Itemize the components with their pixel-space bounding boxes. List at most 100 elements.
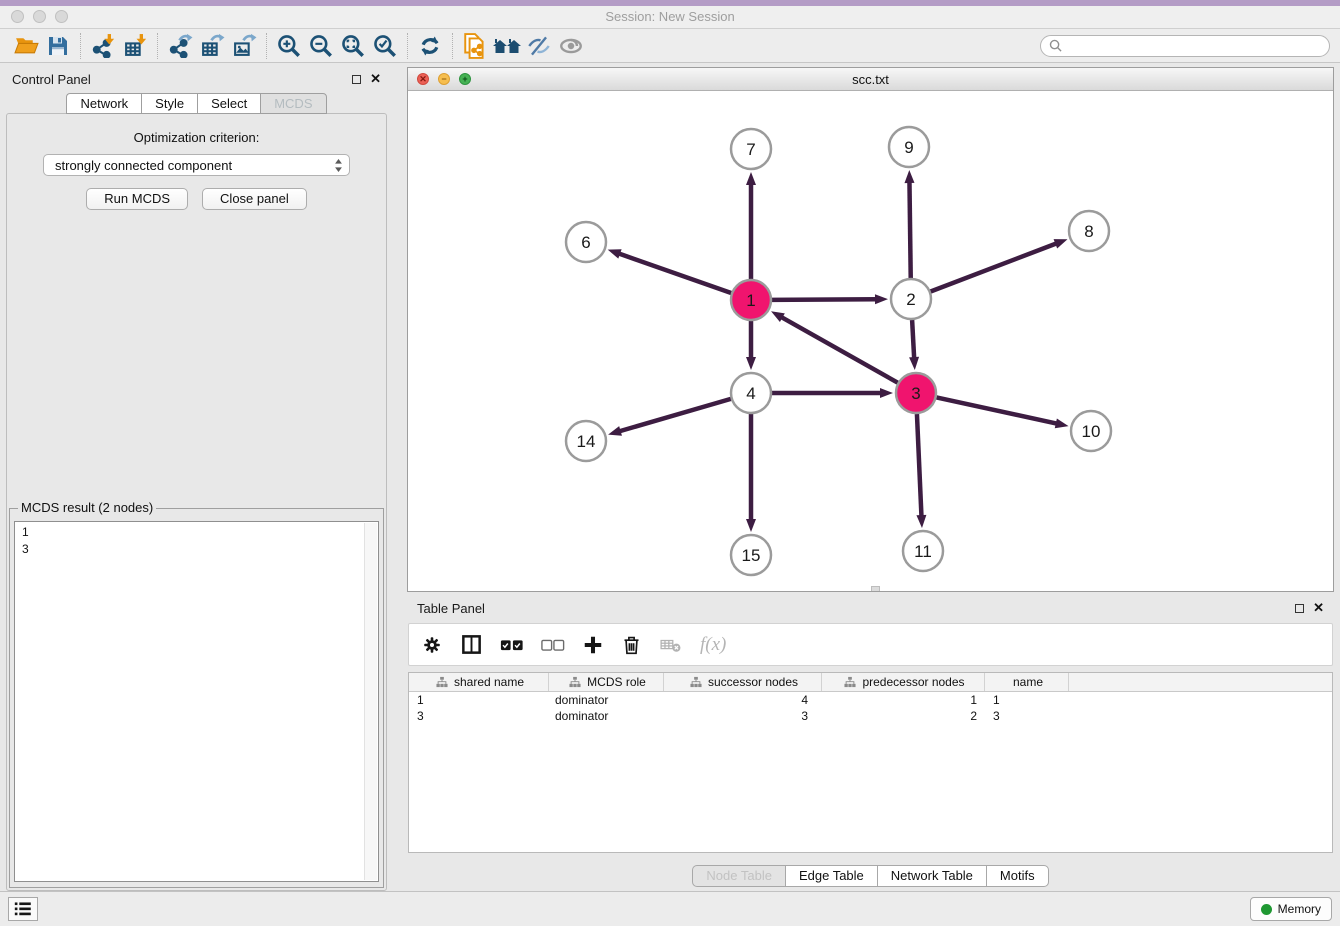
zoom-in-button[interactable] (273, 32, 305, 60)
zoom-selected-button[interactable] (369, 32, 401, 60)
show-columns-button[interactable] (460, 633, 483, 656)
cell-name[interactable]: 1 (985, 692, 1069, 708)
column-header-predecessor-nodes[interactable]: predecessor nodes (822, 673, 985, 691)
table-row[interactable]: 3 dominator 3 2 3 (409, 708, 1332, 724)
trash-icon (621, 634, 642, 656)
graph-edge-arrowhead (880, 388, 893, 398)
graph-node-label-10: 10 (1082, 422, 1101, 441)
run-mcds-button[interactable]: Run MCDS (86, 188, 188, 210)
cell-mcds-role[interactable]: dominator (549, 708, 664, 724)
control-panel: Control Panel ✕ Network Style Select MCD… (0, 63, 393, 891)
create-column-button[interactable] (582, 634, 604, 656)
apply-layout-button[interactable] (414, 32, 446, 60)
memory-button[interactable]: Memory (1250, 897, 1332, 921)
tab-style[interactable]: Style (141, 93, 197, 114)
graph-edge-1-6[interactable] (618, 253, 731, 293)
table-settings-button[interactable] (421, 634, 443, 656)
export-image-button[interactable] (228, 32, 260, 60)
import-network-icon (91, 33, 116, 58)
task-history-button[interactable] (8, 897, 38, 921)
frame-minimize-button[interactable]: − (438, 73, 450, 85)
column-header-shared-name[interactable]: shared name (409, 673, 549, 691)
cell-name[interactable]: 3 (985, 708, 1069, 724)
tab-select[interactable]: Select (197, 93, 260, 114)
function-builder-button[interactable]: f(x) (700, 634, 726, 656)
network-frame-titlebar[interactable]: ✕ − + scc.txt (408, 68, 1333, 91)
export-image-icon (232, 33, 257, 58)
hide-network-button[interactable] (523, 32, 555, 60)
graph-edge-3-1[interactable] (781, 317, 898, 383)
select-all-button[interactable] (500, 637, 524, 653)
cell-mcds-role[interactable]: dominator (549, 692, 664, 708)
cell-shared-name[interactable]: 3 (409, 708, 549, 724)
column-header-mcds-role[interactable]: MCDS role (549, 673, 664, 691)
window-title: Session: New Session (0, 6, 1340, 28)
graph-edge-4-14[interactable] (619, 399, 731, 432)
import-table-button[interactable] (119, 32, 151, 60)
tab-node-table[interactable]: Node Table (692, 865, 785, 887)
toolbar-separator (266, 33, 267, 59)
export-table-button[interactable] (196, 32, 228, 60)
result-scrollbar[interactable] (364, 523, 377, 880)
tab-network-table[interactable]: Network Table (877, 865, 986, 887)
mcds-result-textarea[interactable]: 1 3 (14, 521, 379, 882)
float-panel-icon[interactable] (352, 75, 361, 84)
graph-edge-3-11[interactable] (917, 414, 922, 517)
zoom-out-icon (308, 33, 334, 59)
tab-edge-table[interactable]: Edge Table (785, 865, 877, 887)
network-frame-controls: ✕ − + (417, 73, 471, 85)
tab-motifs[interactable]: Motifs (986, 865, 1049, 887)
graph-edge-2-3[interactable] (912, 320, 914, 359)
mcds-result-title: MCDS result (2 nodes) (18, 500, 156, 515)
cell-successor-nodes[interactable]: 3 (664, 708, 822, 724)
column-header-successor-nodes[interactable]: successor nodes (664, 673, 822, 691)
home-button[interactable] (491, 32, 523, 60)
graph-node-label-7: 7 (746, 140, 755, 159)
table-header-row: shared name MCDS role (409, 673, 1332, 692)
frame-close-button[interactable]: ✕ (417, 73, 429, 85)
close-panel-icon[interactable]: ✕ (370, 74, 381, 84)
optimization-criterion-select[interactable]: strongly connected component (43, 154, 350, 176)
float-panel-icon[interactable] (1295, 604, 1304, 613)
save-floppy-icon (46, 34, 70, 58)
search-input[interactable] (1068, 39, 1321, 53)
show-network-button[interactable] (555, 32, 587, 60)
cell-shared-name[interactable]: 1 (409, 692, 549, 708)
delete-table-button[interactable] (659, 636, 683, 654)
search-field[interactable] (1040, 35, 1330, 57)
delete-column-button[interactable] (621, 634, 642, 656)
frame-maximize-button[interactable]: + (459, 73, 471, 85)
minimize-window-button[interactable] (33, 10, 46, 23)
graph-edge-arrowhead (909, 357, 919, 370)
export-network-button[interactable] (164, 32, 196, 60)
tab-mcds[interactable]: MCDS (260, 93, 326, 114)
splitter-handle[interactable] (871, 586, 880, 591)
close-panel-icon[interactable]: ✕ (1313, 603, 1324, 613)
graph-edge-1-2[interactable] (772, 299, 877, 300)
save-session-button[interactable] (42, 32, 74, 60)
copy-network-button[interactable] (459, 32, 491, 60)
mcds-result-line: 3 (22, 541, 360, 558)
graph-edge-3-10[interactable] (937, 397, 1058, 423)
zoom-out-button[interactable] (305, 32, 337, 60)
cell-successor-nodes[interactable]: 4 (664, 692, 822, 708)
import-network-button[interactable] (87, 32, 119, 60)
graph-edge-2-9[interactable] (909, 181, 910, 278)
cell-predecessor-nodes[interactable]: 2 (822, 708, 985, 724)
open-session-button[interactable] (10, 32, 42, 60)
graph-edge-2-8[interactable] (931, 243, 1058, 291)
deselect-all-button[interactable] (541, 637, 565, 653)
status-bar: Memory (0, 891, 1340, 926)
column-header-name[interactable]: name (985, 673, 1069, 691)
table-row[interactable]: 1 dominator 4 1 1 (409, 692, 1332, 708)
tab-network[interactable]: Network (66, 93, 141, 114)
graph-node-label-6: 6 (581, 233, 590, 252)
close-panel-button[interactable]: Close panel (202, 188, 307, 210)
cell-predecessor-nodes[interactable]: 1 (822, 692, 985, 708)
zoom-fit-button[interactable] (337, 32, 369, 60)
zoom-window-button[interactable] (55, 10, 68, 23)
network-canvas[interactable]: 7968124314101511 (408, 91, 1333, 591)
graph-node-label-14: 14 (577, 432, 596, 451)
close-window-button[interactable] (11, 10, 24, 23)
toolbar-separator (452, 33, 453, 59)
